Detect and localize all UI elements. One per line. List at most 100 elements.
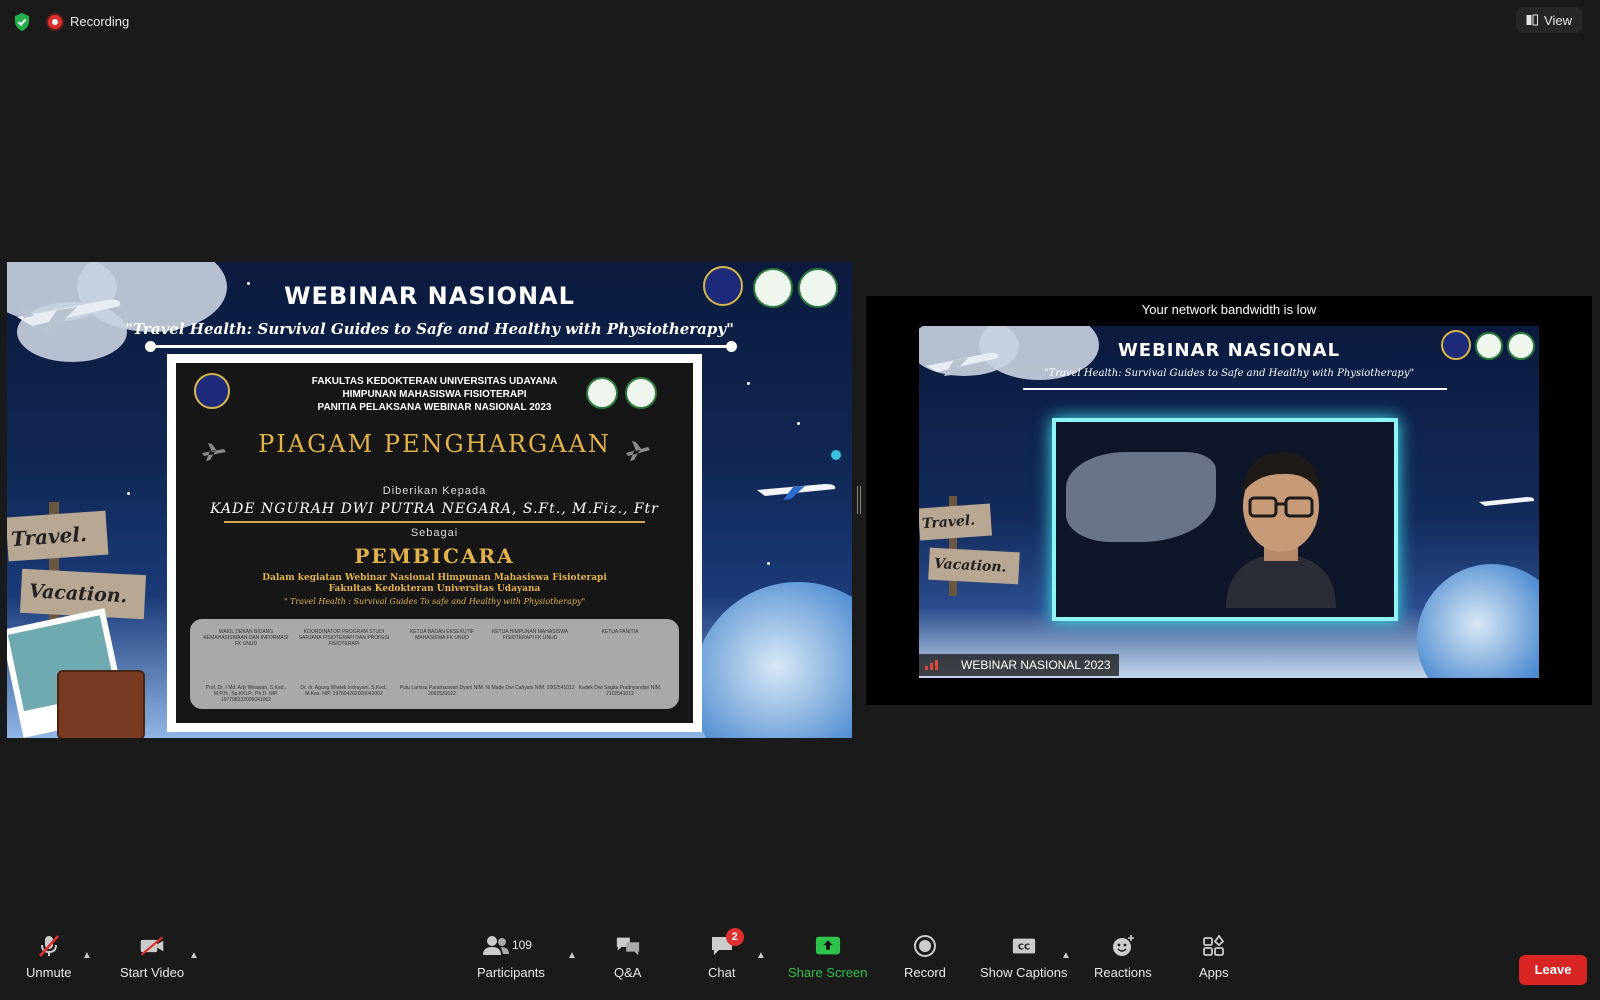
record-icon [913, 935, 936, 957]
participants-caret-icon[interactable]: ▲ [567, 950, 577, 961]
reactions-smiley-icon [1112, 935, 1134, 956]
view-label: View [1544, 12, 1572, 28]
airplane-icon [757, 484, 836, 500]
travel-signpost: Travel. Vacation. [919, 496, 1029, 596]
start-video-button[interactable]: Start Video [120, 934, 184, 980]
signatory-name: Dr. dr. Agung Wiwiek Indrayani, S.Ked., … [300, 685, 388, 697]
apps-button[interactable]: Apps [1199, 934, 1229, 980]
audio-options-caret-icon[interactable]: ▲ [82, 950, 92, 961]
qa-bubbles-icon [616, 937, 639, 956]
chat-caret-icon[interactable]: ▲ [756, 950, 766, 961]
closed-captions-icon: CC [1012, 938, 1035, 954]
vacation-sign: Vacation. [928, 547, 1020, 585]
org-line: PANITIA PELAKSANA WEBINAR NASIONAL 2023 [317, 402, 552, 413]
presenter-avatar [1226, 452, 1336, 608]
description-line: Fakultas Kedokteran Universitas Udayana [328, 584, 541, 594]
signatory-role: KETUA PANITIA [601, 629, 639, 635]
reactions-label: Reactions [1094, 965, 1152, 980]
show-captions-label: Show Captions [980, 965, 1068, 980]
recipient-role: PEMBICARA [354, 544, 515, 568]
org-line: HIMPUNAN MAHASISWA FISIOTERAPI [342, 389, 527, 400]
title-divider [145, 341, 737, 352]
participant-video: WEBINAR NASIONAL "Travel Health: Surviva… [919, 326, 1539, 678]
globe-decoration [1417, 564, 1539, 678]
certificate-org-header: FAKULTAS KEDOKTERAN UNIVERSITAS UDAYANA … [176, 375, 693, 414]
apps-label: Apps [1199, 965, 1229, 980]
chat-icon-group: 2 [709, 928, 744, 958]
video-options-caret-icon[interactable]: ▲ [189, 950, 199, 961]
signatory-role: KETUA BADAN EKSEKUTIF MAHASISWA FK UNUD [409, 629, 475, 641]
chat-button[interactable]: 2 Chat [708, 928, 744, 980]
certificate-theme: " Travel Health : Survival Guides To saf… [283, 597, 586, 606]
signatory-role: KOORDINATOR PROGRAM STUDI SARJANA FISIOT… [298, 629, 390, 647]
name-underline [224, 521, 645, 523]
certificate-description: Dalam kegiatan Webinar Nasional Himpunan… [176, 573, 693, 595]
share-screen-label: Share Screen [788, 965, 868, 980]
video-off-icon [140, 936, 164, 956]
view-layout-icon [1526, 14, 1539, 26]
recording-indicator[interactable]: Recording [48, 14, 129, 29]
video-slide-subtitle: "Travel Health: Survival Guides to Safe … [1043, 368, 1415, 379]
shared-screen-slide: WEBINAR NASIONAL "Travel Health: Surviva… [7, 262, 852, 738]
video-title-divider [1023, 388, 1447, 390]
meeting-top-bar: Recording View [0, 0, 1600, 44]
travel-sign: Travel. [7, 510, 109, 562]
description-line: Dalam kegiatan Webinar Nasional Himpunan… [262, 573, 607, 583]
unmute-button[interactable]: Unmute [26, 934, 72, 980]
chat-unread-badge: 2 [725, 928, 744, 946]
signatory-name: Ni Made Dwi Cahyani NIM. 2002541012 [485, 685, 575, 691]
view-button[interactable]: View [1516, 7, 1582, 33]
presenter-camera-frame [1052, 418, 1398, 621]
slide-subtitle: "Travel Health: Survival Guides to Safe … [125, 320, 734, 338]
participants-label: Participants [477, 965, 545, 980]
signatory-name: Prof. Dr. I Md. Ady Wirawan, S.Ked., M.P… [205, 685, 287, 703]
reactions-button[interactable]: Reactions [1094, 934, 1152, 980]
org-line: FAKULTAS KEDOKTERAN UNIVERSITAS UDAYANA [311, 376, 558, 387]
slide-title: WEBINAR NASIONAL [284, 282, 575, 310]
qa-label: Q&A [614, 965, 642, 980]
participants-icon-group: 109 [481, 934, 541, 958]
participant-count: 109 [511, 938, 532, 952]
recipient-name: KADE NGURAH DWI PUTRA NEGARA, S.Ft., M.F… [210, 501, 659, 517]
share-screen-icon [815, 936, 840, 955]
certificate: FAKULTAS KEDOKTERAN UNIVERSITAS UDAYANA … [167, 354, 702, 732]
security-shield-icon[interactable] [13, 12, 31, 32]
participant-video-tile[interactable]: Your network bandwidth is low WEBINAR NA… [866, 296, 1592, 705]
captions-caret-icon[interactable]: ▲ [1061, 950, 1071, 961]
signatory-role: WAKIL DEKAN BIDANG KEMAHASISWAAN DAN INF… [203, 629, 289, 647]
unmute-label: Unmute [26, 965, 72, 980]
svg-text:CC: CC [1018, 942, 1030, 952]
muted-microphone-icon [38, 935, 59, 957]
given-to-label: Diberikan Kepada [382, 485, 487, 497]
dot-decoration [831, 450, 841, 460]
signatory-name: Putu Larissa Paramaswari Dyani NIM. 2002… [399, 685, 485, 697]
certificate-title: PIAGAM PENGHARGAAN [258, 430, 611, 458]
qa-button[interactable]: Q&A [614, 934, 641, 980]
share-screen-button[interactable]: Share Screen [788, 934, 868, 980]
participant-name: WEBINAR NASIONAL 2023 [961, 658, 1111, 672]
network-signal-icon [925, 660, 938, 670]
star-decoration [127, 492, 130, 495]
bandwidth-notice: Your network bandwidth is low [1141, 302, 1317, 317]
chat-label: Chat [708, 965, 736, 980]
star-decoration [767, 562, 770, 565]
as-label: Sebagai [410, 527, 459, 539]
record-label: Record [904, 965, 946, 980]
participants-icon [482, 936, 509, 955]
start-video-label: Start Video [120, 965, 185, 980]
recording-dot-icon [48, 14, 62, 29]
globe-decoration [693, 582, 852, 738]
participants-button[interactable]: 109 Participants [477, 934, 545, 980]
leave-button[interactable]: Leave [1519, 955, 1587, 985]
show-captions-button[interactable]: CC Show Captions [980, 934, 1067, 980]
video-slide-title: WEBINAR NASIONAL [1117, 340, 1341, 361]
star-decoration [797, 422, 800, 425]
participant-nameplate: WEBINAR NASIONAL 2023 [919, 654, 1119, 676]
record-button[interactable]: Record [904, 934, 946, 980]
apps-grid-icon [1202, 934, 1225, 956]
signatory-name: Kadek Dwi Sagita Pradnyandari NIM. 21025… [578, 685, 662, 697]
airplane-icon [1479, 497, 1535, 506]
signatures-panel: WAKIL DEKAN BIDANG KEMAHASISWAAN DAN INF… [190, 619, 679, 709]
splitter-handle[interactable] [857, 486, 861, 514]
suitcase-decoration [57, 670, 145, 738]
